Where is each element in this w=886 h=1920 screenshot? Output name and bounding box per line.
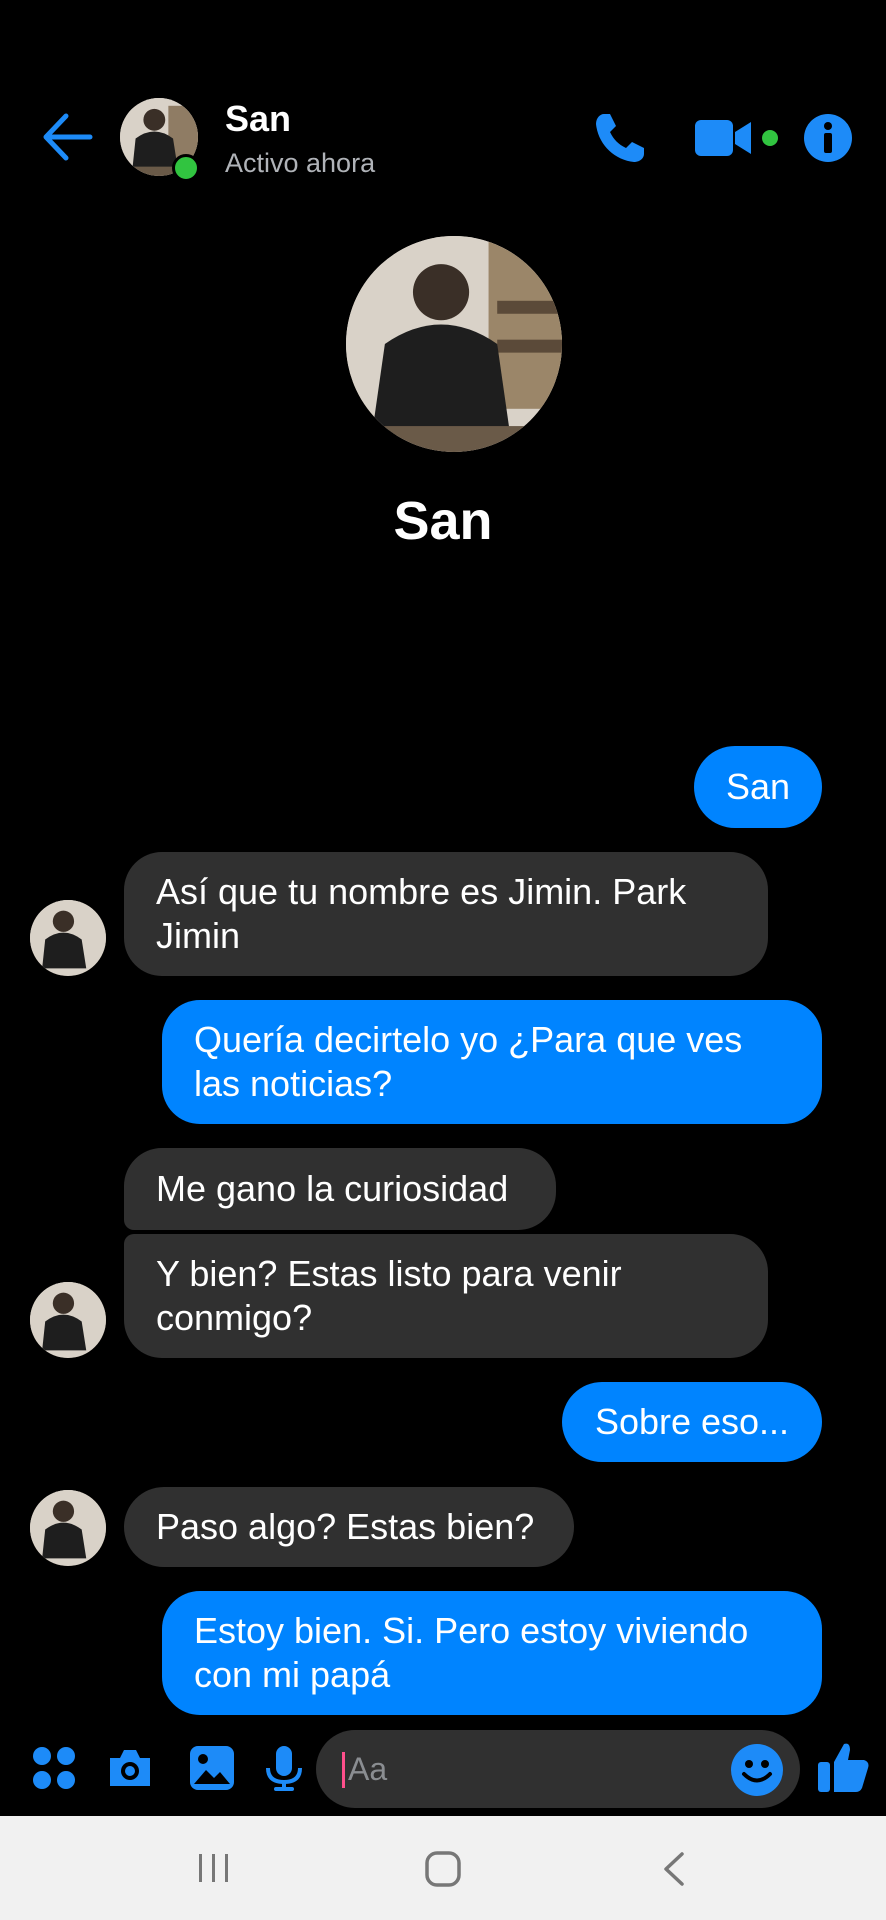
- online-status-dot: [172, 154, 200, 182]
- message-outgoing[interactable]: Quería decirtelo yo ¿Para que ves las no…: [162, 1000, 822, 1124]
- recent-apps-icon: [199, 1854, 228, 1882]
- video-status-dot: [762, 130, 778, 146]
- camera-button[interactable]: [106, 1744, 154, 1792]
- message-outgoing[interactable]: Estoy bien. Si. Pero estoy viviendo con …: [162, 1591, 822, 1715]
- microphone-button[interactable]: [260, 1744, 308, 1792]
- system-navigation-bar: [0, 1816, 886, 1920]
- message-avatar: [30, 900, 106, 976]
- emoji-button[interactable]: [730, 1743, 784, 1797]
- message-incoming[interactable]: Así que tu nombre es Jimin. Park Jimin: [124, 852, 768, 976]
- message-outgoing[interactable]: San: [694, 746, 822, 828]
- video-camera-icon: [695, 120, 751, 156]
- video-call-button[interactable]: [695, 116, 755, 160]
- smiley-icon: [731, 1744, 783, 1796]
- chevron-left-icon: [664, 1852, 684, 1886]
- avatar-photo: [30, 1282, 106, 1358]
- like-button[interactable]: [816, 1740, 870, 1794]
- profile-avatar[interactable]: [346, 236, 562, 452]
- camera-icon: [110, 1750, 150, 1786]
- home-button[interactable]: [424, 1850, 462, 1888]
- four-dots-icon: [33, 1747, 75, 1789]
- home-icon: [425, 1851, 461, 1887]
- gallery-button[interactable]: [188, 1744, 236, 1792]
- message-outgoing[interactable]: Sobre eso...: [562, 1382, 822, 1462]
- arrow-left-icon: [43, 113, 93, 161]
- message-input[interactable]: [344, 1733, 712, 1805]
- message-avatar: [30, 1282, 106, 1358]
- system-back-button[interactable]: [660, 1850, 688, 1888]
- info-icon: [804, 114, 852, 162]
- header-contact-name[interactable]: San: [225, 98, 291, 140]
- message-incoming[interactable]: Paso algo? Estas bien?: [124, 1487, 574, 1567]
- avatar-photo: [30, 1490, 106, 1566]
- image-icon: [190, 1746, 234, 1790]
- info-button[interactable]: [803, 113, 853, 163]
- microphone-icon: [266, 1746, 302, 1791]
- avatar-photo: [30, 900, 106, 976]
- recent-apps-button[interactable]: [196, 1852, 232, 1884]
- message-incoming[interactable]: Me gano la curiosidad: [124, 1148, 556, 1230]
- phone-icon: [596, 114, 644, 162]
- thumbs-up-icon: [818, 1743, 869, 1792]
- profile-name: San: [393, 491, 493, 551]
- apps-button[interactable]: [30, 1744, 78, 1792]
- message-incoming[interactable]: Y bien? Estas listo para venir conmigo?: [124, 1234, 768, 1358]
- message-avatar: [30, 1490, 106, 1566]
- avatar-photo: [346, 236, 562, 452]
- back-button[interactable]: [40, 110, 94, 164]
- header-active-status: Activo ahora: [225, 148, 376, 178]
- voice-call-button[interactable]: [590, 108, 650, 168]
